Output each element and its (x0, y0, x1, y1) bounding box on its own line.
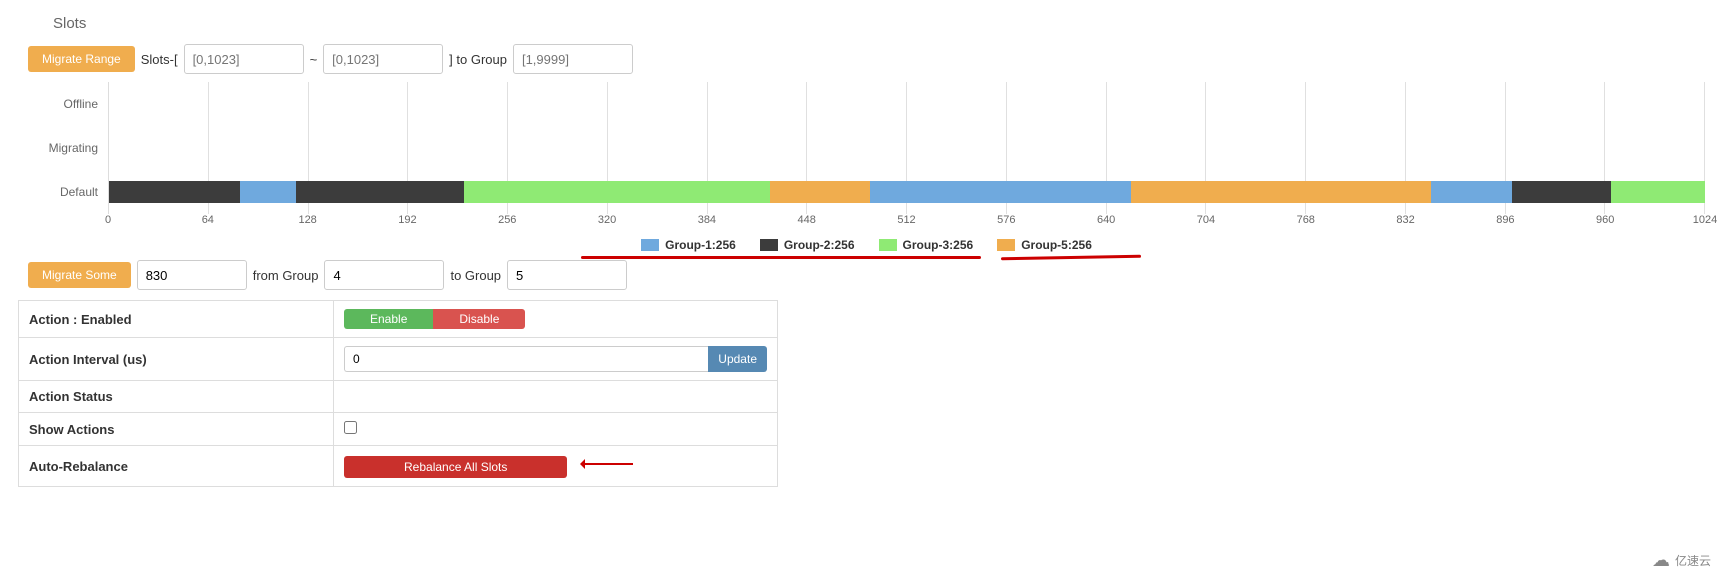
migrate-some-button[interactable]: Migrate Some (28, 262, 131, 288)
legend-label: Group-2:256 (784, 238, 855, 252)
legend-swatch (760, 239, 778, 251)
axis-tick: 320 (598, 214, 616, 226)
chart-row-default: Default (28, 170, 1705, 214)
range-group-input[interactable] (513, 44, 633, 74)
interval-label: Action Interval (us) (19, 338, 334, 381)
bar-segment[interactable] (1611, 181, 1705, 203)
bar-segment[interactable] (1512, 181, 1612, 203)
cloud-icon: ☁ (1652, 550, 1670, 571)
axis-tick: 704 (1197, 214, 1215, 226)
to-group-label: to Group (450, 268, 501, 283)
chart-row-label: Offline (28, 97, 108, 111)
bar-segment[interactable] (296, 181, 464, 203)
axis-tick: 448 (798, 214, 816, 226)
chart-row-label: Default (28, 185, 108, 199)
table-row: Action Interval (us) Update (19, 338, 778, 381)
status-label: Action Status (19, 381, 334, 413)
table-row: Action : Enabled Enable Disable (19, 301, 778, 338)
chart-row-offline: Offline (28, 82, 1705, 126)
chart-row-migrating: Migrating (28, 126, 1705, 170)
table-row: Show Actions (19, 413, 778, 446)
legend-label: Group-3:256 (903, 238, 974, 252)
legend-item[interactable]: Group-1:256 (641, 238, 736, 252)
bar-segment[interactable] (109, 181, 240, 203)
action-toggle-group: Enable Disable (344, 309, 525, 329)
bar-segment[interactable] (770, 181, 870, 203)
red-underline-annotation (581, 256, 981, 259)
chart-x-axis: 0 64 128 192 256 320 384 448 512 576 640 704 768 832 8… (28, 214, 1705, 232)
status-value (334, 381, 778, 413)
bar-segment[interactable] (870, 181, 1132, 203)
bar-segment[interactable] (464, 181, 769, 203)
bar-segment[interactable] (1131, 181, 1430, 203)
axis-tick: 576 (997, 214, 1015, 226)
axis-tick: 960 (1596, 214, 1614, 226)
legend-label: Group-5:256 (1021, 238, 1092, 252)
axis-tick: 192 (398, 214, 416, 226)
legend-swatch (997, 239, 1015, 251)
slots-suffix-label: ] to Group (449, 52, 507, 67)
page-title: Slots (53, 15, 1705, 32)
show-actions-checkbox[interactable] (344, 421, 357, 434)
legend-item[interactable]: Group-2:256 (760, 238, 855, 252)
watermark: ☁ 亿速云 (1652, 550, 1711, 571)
axis-tick: 512 (897, 214, 915, 226)
axis-tick: 256 (498, 214, 516, 226)
legend-swatch (641, 239, 659, 251)
legend-swatch (879, 239, 897, 251)
range-separator: ~ (310, 52, 318, 67)
axis-tick: 896 (1496, 214, 1514, 226)
rebalance-all-button[interactable]: Rebalance All Slots (344, 456, 567, 478)
auto-rebalance-label: Auto-Rebalance (19, 446, 334, 487)
legend-label: Group-1:256 (665, 238, 736, 252)
range-to-input[interactable] (323, 44, 443, 74)
bar-segment[interactable] (240, 181, 296, 203)
from-group-input[interactable] (324, 260, 444, 290)
slots-chart: Offline Migrating Default 0 64 128 192 256 320 3… (28, 82, 1705, 252)
table-row: Auto-Rebalance Rebalance All Slots (19, 446, 778, 487)
migrate-range-row: Migrate Range Slots-[ ~ ] to Group (28, 44, 1705, 74)
enable-button[interactable]: Enable (344, 309, 433, 329)
migrate-some-row: Migrate Some from Group to Group (28, 260, 1705, 290)
range-from-input[interactable] (184, 44, 304, 74)
table-row: Action Status (19, 381, 778, 413)
legend-item[interactable]: Group-3:256 (879, 238, 974, 252)
legend-item[interactable]: Group-5:256 (997, 238, 1092, 252)
settings-table: Action : Enabled Enable Disable Action I… (18, 300, 778, 487)
axis-tick: 384 (698, 214, 716, 226)
axis-tick: 832 (1396, 214, 1414, 226)
axis-tick: 1024 (1693, 214, 1717, 226)
axis-tick: 640 (1097, 214, 1115, 226)
from-group-label: from Group (253, 268, 319, 283)
chart-row-label: Migrating (28, 141, 108, 155)
axis-tick: 128 (298, 214, 316, 226)
migrate-some-count-input[interactable] (137, 260, 247, 290)
interval-input[interactable] (344, 346, 708, 372)
action-label: Action : Enabled (19, 301, 334, 338)
axis-tick: 0 (105, 214, 111, 226)
arrow-annotation (583, 452, 633, 474)
watermark-text: 亿速云 (1675, 552, 1711, 569)
migrate-range-button[interactable]: Migrate Range (28, 46, 135, 72)
disable-button[interactable]: Disable (433, 309, 525, 329)
bar-segment[interactable] (1431, 181, 1512, 203)
axis-tick: 64 (202, 214, 214, 226)
axis-tick: 768 (1297, 214, 1315, 226)
to-group-input[interactable] (507, 260, 627, 290)
slots-prefix-label: Slots-[ (141, 52, 178, 67)
update-button[interactable]: Update (708, 346, 767, 372)
show-actions-label: Show Actions (19, 413, 334, 446)
chart-legend: Group-1:256 Group-2:256 Group-3:256 Group-5… (28, 238, 1705, 252)
